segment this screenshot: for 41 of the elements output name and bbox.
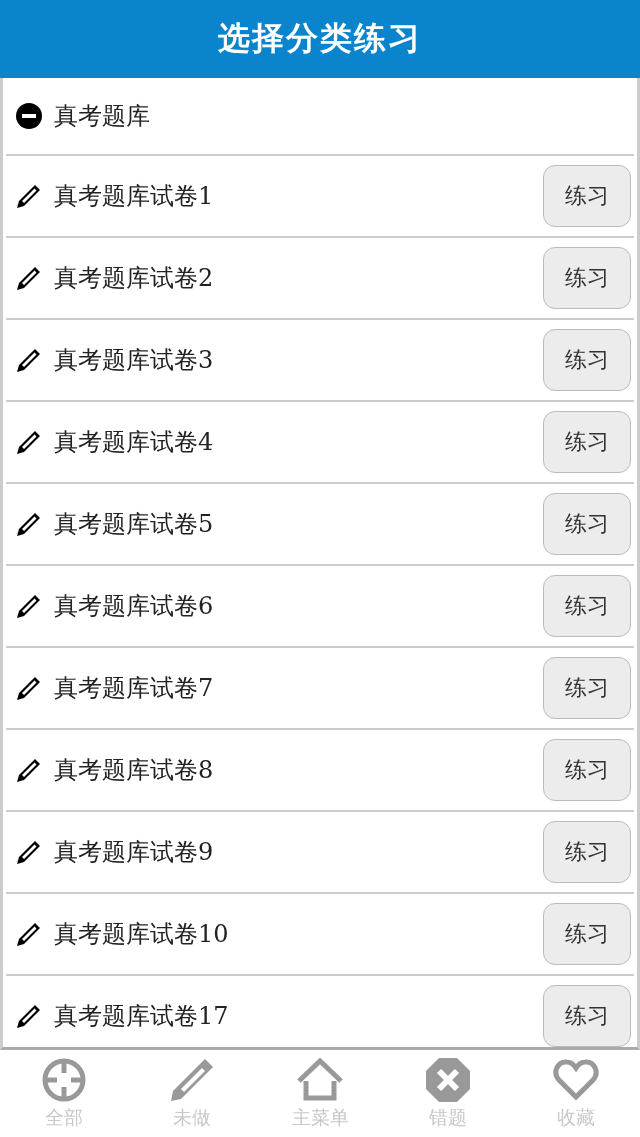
practice-button[interactable]: 练习 — [543, 739, 631, 801]
crosshair-icon[interactable] — [41, 1056, 87, 1103]
paper-title: 真考题库试卷8 — [54, 755, 215, 786]
paper-title: 真考题库试卷5 — [54, 509, 215, 540]
paper-title: 真考题库试卷1 — [54, 181, 215, 212]
practice-button[interactable]: 练习 — [543, 329, 631, 391]
minus-circle-icon[interactable] — [16, 103, 42, 129]
practice-button[interactable]: 练习 — [543, 575, 631, 637]
paper-title: 真考题库试卷17 — [54, 1001, 230, 1032]
practice-button[interactable]: 练习 — [543, 985, 631, 1047]
pencil-icon — [16, 183, 42, 209]
practice-button[interactable]: 练习 — [543, 903, 631, 965]
pencil-icon[interactable] — [169, 1056, 215, 1103]
practice-button[interactable]: 练习 — [543, 493, 631, 555]
practice-button[interactable]: 练习 — [543, 247, 631, 309]
practice-button[interactable]: 练习 — [543, 411, 631, 473]
home-icon[interactable] — [297, 1056, 343, 1103]
pencil-icon — [16, 593, 42, 619]
category-label[interactable]: 真考题库 — [54, 100, 631, 132]
close-octagon-icon[interactable] — [425, 1056, 471, 1103]
paper-title: 真考题库试卷6 — [54, 591, 215, 622]
paper-title: 真考题库试卷4 — [54, 427, 215, 458]
heart-icon[interactable] — [553, 1056, 599, 1103]
paper-title: 真考题库试卷3 — [54, 345, 215, 376]
paper-title: 真考题库试卷10 — [54, 919, 230, 950]
paper-title: 真考题库试卷7 — [54, 673, 215, 704]
paper-title: 真考题库试卷2 — [54, 263, 215, 294]
paper-title: 真考题库试卷9 — [54, 837, 215, 868]
pencil-icon — [16, 757, 42, 783]
pencil-icon — [16, 265, 42, 291]
pencil-icon — [16, 347, 42, 373]
pencil-icon — [16, 429, 42, 455]
practice-button[interactable]: 练习 — [543, 821, 631, 883]
practice-button[interactable]: 练习 — [543, 165, 631, 227]
pencil-icon — [16, 1003, 42, 1029]
practice-button[interactable]: 练习 — [543, 657, 631, 719]
pencil-icon — [16, 839, 42, 865]
pencil-icon — [16, 511, 42, 537]
pencil-icon — [16, 675, 42, 701]
pencil-icon — [16, 921, 42, 947]
page-title: 选择分类练习 — [218, 18, 422, 59]
